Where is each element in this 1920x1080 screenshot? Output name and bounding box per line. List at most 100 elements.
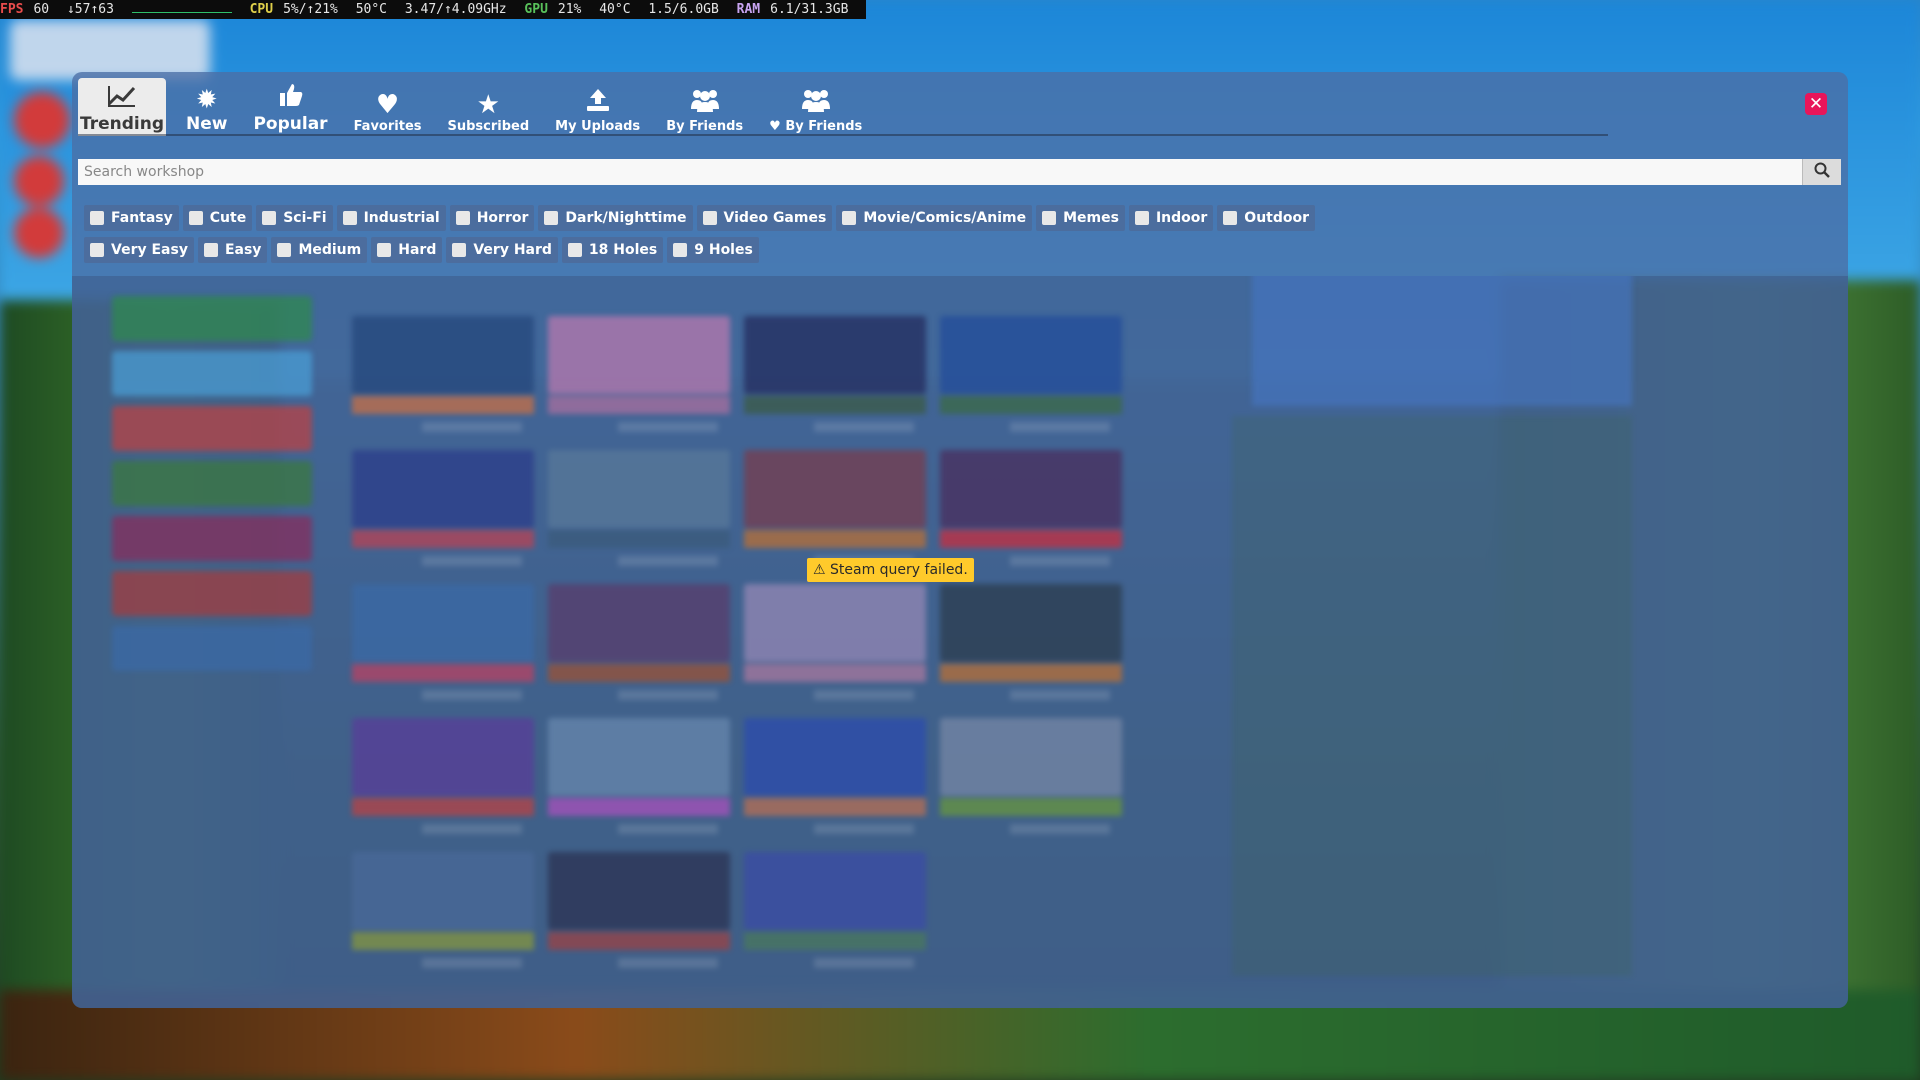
filter-label: Very Easy — [111, 242, 188, 258]
close-button[interactable]: ✕ — [1805, 93, 1827, 115]
filter-label: Medium — [298, 242, 362, 258]
workshop-panel: Trending ✹ New Popular ♥ Favorites ★ Sub… — [72, 72, 1848, 1008]
tab-new[interactable]: ✹ New — [180, 78, 233, 136]
tab-label: Favorites — [353, 119, 422, 134]
filter-indoor[interactable]: Indoor — [1128, 205, 1214, 231]
search-input[interactable] — [78, 159, 1802, 185]
filter-memes[interactable]: Memes — [1036, 205, 1125, 231]
filter-cute[interactable]: Cute — [182, 205, 253, 231]
checkbox[interactable] — [203, 243, 218, 257]
close-icon: ✕ — [1808, 94, 1824, 114]
search-icon — [1814, 162, 1830, 182]
ram-label: RAM — [736, 2, 761, 17]
theme-filter-row: Fantasy Cute Sci-Fi Industrial Horror Da… — [84, 205, 1424, 231]
checkbox[interactable] — [342, 211, 357, 225]
error-toast: ⚠ Steam query failed. — [807, 558, 974, 582]
filter-panel: Fantasy Cute Sci-Fi Industrial Horror Da… — [84, 205, 1424, 269]
filter-medium[interactable]: Medium — [271, 237, 368, 263]
checkbox[interactable] — [262, 211, 277, 225]
filter-label: 9 Holes — [694, 242, 753, 258]
filter-label: Outdoor — [1244, 210, 1310, 226]
checkbox[interactable] — [188, 211, 203, 225]
filter-label: Fantasy — [111, 210, 173, 226]
filter-hard[interactable]: Hard — [371, 237, 443, 263]
filter-fantasy[interactable]: Fantasy — [84, 205, 179, 231]
tab-popular[interactable]: Popular — [247, 78, 333, 136]
filter-label: Horror — [476, 210, 529, 226]
filter-video-games[interactable]: Video Games — [696, 205, 833, 231]
tab-divider — [78, 134, 1608, 136]
cpu-temp: 50°C — [355, 2, 388, 17]
fps-label: FPS — [0, 2, 24, 17]
checkbox[interactable] — [544, 211, 559, 225]
checkbox[interactable] — [452, 243, 467, 257]
filter-sci-fi[interactable]: Sci-Fi — [256, 205, 333, 231]
frametime: ↓57↑63 — [66, 2, 114, 17]
filter-very-hard[interactable]: Very Hard — [446, 237, 558, 263]
workshop-banner-ghost — [1252, 276, 1632, 406]
filter-horror[interactable]: Horror — [449, 205, 535, 231]
fps-value: 60 — [33, 2, 50, 17]
filter-label: Movie/Comics/Anime — [863, 210, 1027, 226]
tab-label: My Uploads — [555, 119, 641, 134]
filter-label: Dark/Nighttime — [565, 210, 687, 226]
detail-pane-ghost — [1232, 416, 1632, 976]
checkbox[interactable] — [567, 243, 582, 257]
difficulty-filter-row: Very Easy Easy Medium Hard Very Hard 18 … — [84, 237, 1424, 263]
gpu-label: GPU — [524, 2, 548, 17]
gpu-temp: 40°C — [599, 2, 631, 17]
filter-label: Memes — [1063, 210, 1119, 226]
checkbox[interactable] — [673, 243, 688, 257]
checkbox[interactable] — [455, 211, 470, 225]
checkbox[interactable] — [90, 243, 104, 257]
filter-9-holes[interactable]: 9 Holes — [667, 237, 759, 263]
tab-my-uploads[interactable]: My Uploads — [549, 78, 646, 136]
tab-bar: Trending ✹ New Popular ♥ Favorites ★ Sub… — [78, 78, 882, 140]
upload-icon — [585, 87, 611, 119]
checkbox[interactable] — [702, 211, 717, 225]
tab-label: New — [186, 114, 228, 134]
tab-favorites[interactable]: ♥ Favorites — [348, 78, 428, 136]
tab-label: By Friends — [666, 119, 744, 134]
filter-label: Very Hard — [473, 242, 552, 258]
filter-label: Indoor — [1155, 210, 1208, 226]
checkbox[interactable] — [90, 211, 104, 225]
checkbox[interactable] — [1223, 211, 1238, 225]
ram-value: 6.1/31.3GB — [770, 2, 849, 17]
filter-label: Industrial — [363, 210, 440, 226]
filter-very-easy[interactable]: Very Easy — [84, 237, 194, 263]
search-bar — [78, 159, 1841, 185]
filter-label: Video Games — [723, 210, 827, 226]
filter-easy[interactable]: Easy — [197, 237, 268, 263]
frametime-graph — [131, 2, 232, 13]
filter-outdoor[interactable]: Outdoor — [1217, 205, 1316, 231]
filter-movie-comics-anime[interactable]: Movie/Comics/Anime — [836, 205, 1033, 231]
users-icon — [689, 87, 721, 119]
checkbox[interactable] — [842, 211, 857, 225]
search-button[interactable] — [1802, 159, 1841, 185]
filter-18-holes[interactable]: 18 Holes — [561, 237, 664, 263]
tab-trending[interactable]: Trending — [78, 78, 166, 136]
tab-label: Popular — [253, 114, 328, 134]
cpu-label: CPU — [249, 2, 274, 17]
performance-overlay: FPS 60 ↓57↑63 CPU 5%/↑21% 50°C 3.47/↑4.09G… — [0, 0, 866, 19]
star-icon: ★ — [476, 90, 500, 120]
checkbox[interactable] — [1042, 211, 1057, 225]
users-icon — [800, 87, 832, 119]
tab-by-friends-favorites[interactable]: ♥ By Friends — [763, 78, 868, 136]
tab-by-friends[interactable]: By Friends — [660, 78, 749, 136]
checkbox[interactable] — [1134, 211, 1149, 225]
tab-label: Trending — [80, 114, 165, 134]
tab-label: Subscribed — [447, 119, 530, 134]
filter-label: Sci-Fi — [283, 210, 327, 226]
checkbox[interactable] — [277, 243, 292, 257]
tab-subscribed[interactable]: ★ Subscribed — [442, 78, 536, 136]
cpu-value: 5%/↑21% — [283, 2, 338, 17]
filter-industrial[interactable]: Industrial — [336, 205, 446, 231]
filter-dark-nighttime[interactable]: Dark/Nighttime — [538, 205, 693, 231]
checkbox[interactable] — [377, 243, 392, 257]
filter-label: Cute — [209, 210, 247, 226]
trending-chart-icon — [107, 84, 137, 114]
cpu-clock: 3.47/↑4.09GHz — [404, 2, 507, 17]
warning-icon: ⚠ — [813, 562, 826, 578]
